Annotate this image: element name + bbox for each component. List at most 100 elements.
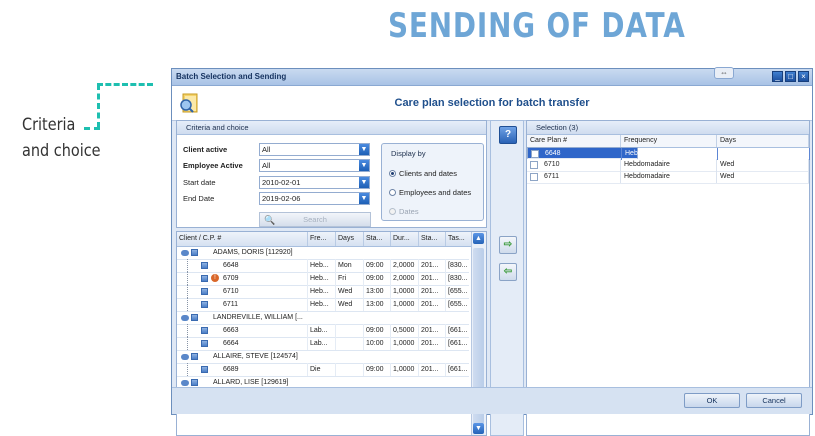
row-checkbox[interactable]	[530, 173, 538, 181]
cell-dur: 2,0000	[391, 272, 419, 285]
column-header-frequency[interactable]: Fre...	[308, 232, 336, 246]
column-header-days[interactable]: Days	[336, 232, 364, 246]
end-date-field[interactable]: 2019-02-06 ▼	[259, 192, 370, 205]
move-left-icon[interactable]: ⇦	[499, 263, 517, 281]
row-checkbox[interactable]	[531, 150, 539, 158]
cell-sdate: 201...	[419, 285, 446, 298]
column-header-tasks[interactable]: Tas...	[446, 232, 473, 246]
cell-task: [655...	[446, 298, 473, 311]
search-button-label: Search	[303, 215, 327, 224]
maximize-icon[interactable]: □	[785, 71, 796, 82]
expand-node-icon[interactable]	[181, 354, 189, 360]
close-icon[interactable]: ×	[798, 71, 809, 82]
radio-button[interactable]	[389, 189, 396, 196]
client-active-select[interactable]: All ▼	[259, 143, 370, 156]
radio-label: Dates	[399, 207, 419, 216]
client-active-label: Client active	[183, 145, 228, 154]
batch-selection-window: Batch Selection and Sending ⇔ _ □ × Care…	[171, 67, 813, 436]
move-right-icon[interactable]: ⇨	[499, 236, 517, 254]
resize-handle-icon[interactable]: ⇔	[714, 67, 734, 79]
care-plan-row[interactable]: 6689 Die 09:00 1,0000 201... [661...	[177, 363, 473, 377]
group-checkbox[interactable]	[191, 379, 198, 386]
client-name: LANDREVILLE, WILLIAM [...	[213, 314, 303, 321]
help-button[interactable]: ?	[499, 126, 517, 144]
care-plan-number: 6711	[221, 298, 308, 311]
search-button[interactable]: 🔍 Search	[259, 212, 371, 227]
expand-node-icon[interactable]	[181, 250, 189, 256]
cell-sdate: 201...	[419, 298, 446, 311]
dialog-footer: OK Cancel	[172, 387, 812, 414]
annotation-connector-vertical	[97, 84, 100, 128]
selection-row[interactable]: 6711 Hebdomadaire Wed	[527, 171, 809, 184]
care-plan-row[interactable]: 6648 Heb... Mon 09:00 2,0000 201... [830...	[177, 259, 473, 273]
scroll-down-icon[interactable]: ▼	[473, 423, 484, 434]
window-titlebar[interactable]: Batch Selection and Sending ⇔ _ □ ×	[172, 67, 812, 86]
cell-sdate: 201...	[419, 259, 446, 272]
tree-line	[187, 324, 188, 337]
chevron-down-icon[interactable]: ▼	[359, 193, 369, 204]
care-plan-checkbox[interactable]	[201, 262, 208, 269]
annotation-connector-top	[97, 83, 153, 86]
cell-task: [661...	[446, 337, 473, 350]
chevron-down-icon[interactable]: ▼	[359, 144, 369, 155]
care-plan-row[interactable]: 6710 Heb... Wed 13:00 1,0000 201... [655...	[177, 285, 473, 299]
care-plan-number: 6648	[221, 259, 308, 272]
page-headline: SENDING OF DATA	[388, 6, 686, 46]
selection-row[interactable]: 6648 Hebdomadaire Mon	[527, 147, 810, 160]
criteria-panel: Criteria and choice Client active All ▼ …	[176, 120, 487, 228]
cell-start: 09:00	[364, 363, 391, 376]
start-date-field[interactable]: 2010-02-01 ▼	[259, 176, 370, 189]
group-checkbox[interactable]	[191, 353, 198, 360]
scroll-up-icon[interactable]: ▲	[473, 233, 484, 244]
column-header-start-date[interactable]: Sta...	[419, 232, 446, 246]
radio-button-selected[interactable]	[389, 170, 396, 177]
chevron-down-icon[interactable]: ▼	[359, 160, 369, 171]
column-header-start[interactable]: Sta...	[364, 232, 391, 246]
cell-start: 13:00	[364, 285, 391, 298]
group-checkbox[interactable]	[191, 314, 198, 321]
radio-dates: Dates	[389, 207, 419, 216]
client-group-row[interactable]: LANDREVILLE, WILLIAM [...	[177, 311, 469, 325]
care-plan-checkbox[interactable]	[201, 301, 208, 308]
cell-days: Wed	[717, 171, 809, 183]
care-plan-checkbox[interactable]	[201, 340, 208, 347]
column-header-care-plan[interactable]: Care Plan #	[527, 135, 621, 147]
radio-employees-and-dates[interactable]: Employees and dates	[389, 188, 471, 197]
tree-line	[187, 298, 188, 311]
criteria-panel-title: Criteria and choice	[177, 121, 486, 135]
column-header-frequency[interactable]: Frequency	[621, 135, 717, 147]
care-plan-row[interactable]: ! 6709 Heb... Fri 09:00 2,0000 201... [830...	[177, 272, 473, 286]
radio-label: Employees and dates	[399, 188, 472, 197]
cell-cp: 6710	[541, 159, 621, 171]
expand-node-icon[interactable]	[181, 315, 189, 321]
employee-active-select[interactable]: All ▼	[259, 159, 370, 172]
care-plan-row[interactable]: 6664 Lab... 10:00 1,0000 201... [661...	[177, 337, 473, 351]
care-plan-number: 6710	[221, 285, 308, 298]
care-plan-row[interactable]: 6663 Lab... 09:00 0,5000 201... [661...	[177, 324, 473, 338]
cell-sdate: 201...	[419, 363, 446, 376]
annotation-label: Criteria and choice	[22, 112, 101, 164]
care-plan-checkbox[interactable]	[201, 366, 208, 373]
cell-days: Wed	[336, 285, 364, 298]
column-header-days[interactable]: Days	[717, 135, 809, 147]
ok-button[interactable]: OK	[684, 393, 740, 408]
column-header-duration[interactable]: Dur...	[391, 232, 419, 246]
row-checkbox[interactable]	[530, 161, 538, 169]
care-plan-checkbox[interactable]	[201, 275, 208, 282]
cancel-button[interactable]: Cancel	[746, 393, 802, 408]
radio-clients-and-dates[interactable]: Clients and dates	[389, 169, 457, 178]
chevron-down-icon[interactable]: ▼	[359, 177, 369, 188]
display-by-title: Display by	[391, 149, 426, 158]
cell-task: [830...	[446, 272, 473, 285]
group-checkbox[interactable]	[191, 249, 198, 256]
minimize-icon[interactable]: _	[772, 71, 783, 82]
care-plan-row[interactable]: 6711 Heb... Wed 13:00 1,0000 201... [655...	[177, 298, 473, 312]
client-group-row[interactable]: ALLAIRE, STEVE [124574]	[177, 350, 469, 364]
employee-active-label: Employee Active	[183, 161, 243, 170]
expand-node-icon[interactable]	[181, 380, 189, 386]
cell-task: [830...	[446, 259, 473, 272]
column-header-client[interactable]: Client / C.P. #	[177, 232, 308, 246]
care-plan-checkbox[interactable]	[201, 288, 208, 295]
care-plan-checkbox[interactable]	[201, 327, 208, 334]
client-group-row[interactable]: ADAMS, DORIS [112920]	[177, 246, 469, 260]
